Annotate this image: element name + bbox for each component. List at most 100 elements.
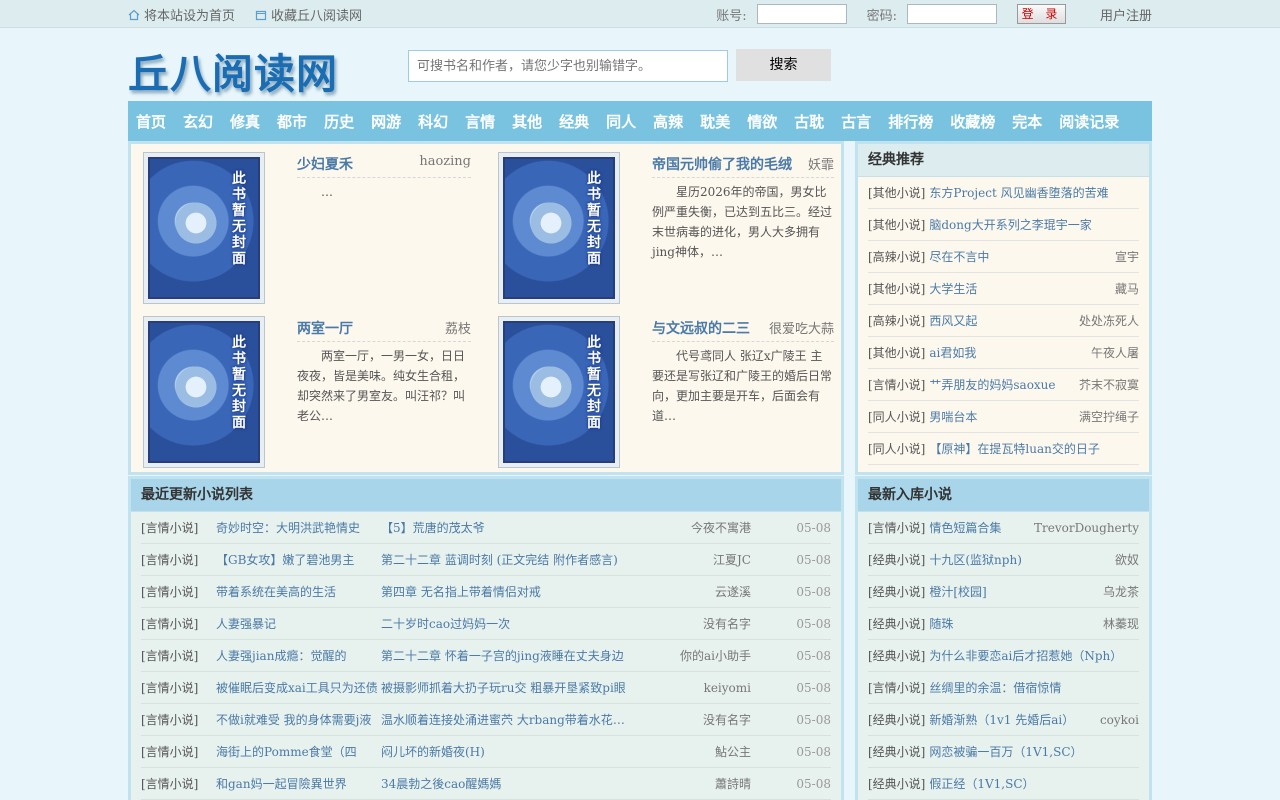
site-logo[interactable]: 丘八阅读网 [128,40,338,100]
book-cover[interactable]: 此书暂无封面 [498,316,620,468]
login-button[interactable]: 登 录 [1016,4,1066,24]
row-author[interactable]: 没有名字 [636,615,751,632]
book-author[interactable]: 妖霏 [808,154,834,173]
row-title[interactable]: 人妻强jian成瘾：觉醒的 [216,647,381,664]
item-author[interactable]: 处处冻死人 [1079,312,1139,329]
item-title[interactable]: 尽在不言中 [929,248,1109,265]
item-title[interactable]: 新婚渐熟（1v1 先婚后ai） [929,711,1094,728]
item-category[interactable]: [经典小说] [868,583,925,600]
item-category[interactable]: [言情小说] [868,519,925,536]
item-category[interactable]: [同人小说] [868,440,925,457]
nav-item[interactable]: 收藏榜 [950,111,995,132]
item-title[interactable]: 大学生活 [929,280,1109,297]
row-title[interactable]: 【GB女攻】嫩了碧池男主 [216,551,381,568]
row-author[interactable]: 江夏JC [636,551,751,568]
nav-item[interactable]: 高辣 [653,111,683,132]
search-button[interactable]: 搜索 [736,49,831,81]
item-title[interactable]: 男喘台本 [929,408,1073,425]
item-category[interactable]: [高辣小说] [868,312,925,329]
row-category[interactable]: [言情小说] [141,615,216,632]
nav-item[interactable]: 都市 [277,111,307,132]
row-title[interactable]: 带着系统在美高的生活 [216,583,381,600]
nav-item[interactable]: 网游 [371,111,401,132]
item-category[interactable]: [其他小说] [868,344,925,361]
item-title[interactable]: 十九区(监狱nph) [929,551,1109,568]
row-category[interactable]: [言情小说] [141,551,216,568]
item-category[interactable]: [其他小说] [868,216,925,233]
item-author[interactable]: 宣宇 [1115,248,1139,265]
row-category[interactable]: [言情小说] [141,743,216,760]
nav-item[interactable]: 古耽 [794,111,824,132]
nav-item[interactable]: 耽美 [700,111,730,132]
item-category[interactable]: [经典小说] [868,647,925,664]
item-title[interactable]: 情色短篇合集 [929,519,1028,536]
item-title[interactable]: 假正经（1V1,SC） [929,775,1133,792]
nav-item[interactable]: 阅读记录 [1059,111,1119,132]
nav-item[interactable]: 言情 [465,111,495,132]
row-title[interactable]: 和gan妈一起冒險異世界 [216,775,381,792]
item-title[interactable]: 丝绸里的余温：借宿惊情 [929,679,1133,696]
item-author[interactable]: TrevorDougherty [1034,521,1139,535]
row-chapter[interactable]: 二十岁时cao过妈妈一次 [381,615,636,632]
row-chapter[interactable]: 被摄影师抓着大扔子玩ru交 粗暴开垦紧致pi眼 [381,679,636,696]
item-author[interactable]: 欲奴 [1115,551,1139,568]
row-author[interactable]: 云遂溪 [636,583,751,600]
row-category[interactable]: [言情小说] [141,519,216,536]
nav-item[interactable]: 同人 [606,111,636,132]
row-chapter[interactable]: 34晨勃之後cao醒媽媽 [381,775,636,792]
nav-item[interactable]: 古言 [841,111,871,132]
row-title[interactable]: 奇妙时空：大明洪武艳情史 [216,519,381,536]
row-chapter[interactable]: 第二十二章 怀着一子宫的jing液睡在丈夫身边 [381,647,636,664]
item-title[interactable]: 【原神】在提瓦特luan交的日子 [929,440,1133,457]
row-chapter[interactable]: 【5】荒唐的茂太爷 [381,519,636,536]
item-category[interactable]: [同人小说] [868,408,925,425]
nav-item[interactable]: 首页 [136,111,166,132]
item-category[interactable]: [其他小说] [868,280,925,297]
item-author[interactable]: 藏马 [1115,280,1139,297]
register-link[interactable]: 用户注册 [1100,5,1152,24]
nav-item[interactable]: 完本 [1012,111,1042,132]
row-chapter[interactable]: 第四章 无名指上带着情侣对戒 [381,583,636,600]
nav-item[interactable]: 历史 [324,111,354,132]
book-author[interactable]: 很爱吃大蒜 [769,318,834,337]
row-title[interactable]: 海街上的Pomme食堂（四 [216,743,381,760]
item-category[interactable]: [高辣小说] [868,248,925,265]
item-category[interactable]: [经典小说] [868,775,925,792]
item-category[interactable]: [经典小说] [868,551,925,568]
item-title[interactable]: 网恋被骗一百万（1V1,SC） [929,743,1133,760]
item-category[interactable]: [经典小说] [868,615,925,632]
nav-item[interactable]: 修真 [230,111,260,132]
item-category[interactable]: [其他小说] [868,184,925,201]
password-input[interactable] [906,4,997,24]
row-title[interactable]: 不做i就难受 我的身体需要j液 [216,711,381,728]
row-category[interactable]: [言情小说] [141,775,216,792]
row-author[interactable]: keiyomi [636,681,751,695]
item-title[interactable]: 艹弄朋友的妈妈saoxue [929,376,1073,393]
book-title[interactable]: 帝国元帅偷了我的毛绒 [652,154,792,174]
search-input[interactable] [408,50,728,82]
set-home-link[interactable]: 将本站设为首页 [128,5,235,24]
item-category[interactable]: [言情小说] [868,679,925,696]
row-chapter[interactable]: 第二十二章 蓝调时刻 (正文完结 附作者感言) [381,551,636,568]
item-title[interactable]: 西风又起 [929,312,1073,329]
row-category[interactable]: [言情小说] [141,711,216,728]
item-category[interactable]: [言情小说] [868,376,925,393]
nav-item[interactable]: 玄幻 [183,111,213,132]
book-author[interactable]: 荔枝 [445,318,471,337]
nav-item[interactable]: 情欲 [747,111,777,132]
item-category[interactable]: [经典小说] [868,711,925,728]
nav-item[interactable]: 科幻 [418,111,448,132]
book-cover[interactable]: 此书暂无封面 [143,152,265,304]
row-category[interactable]: [言情小说] [141,647,216,664]
item-author[interactable]: 午夜人屠 [1091,344,1139,361]
nav-item[interactable]: 经典 [559,111,589,132]
item-title[interactable]: 随珠 [929,615,1097,632]
account-input[interactable] [756,4,847,24]
item-category[interactable]: [经典小说] [868,743,925,760]
row-chapter[interactable]: 温水顺着连接处涌进蜜茓 大rbang带着水花在saobi… [381,711,636,728]
item-title[interactable]: ai君如我 [929,344,1085,361]
item-title[interactable]: 橙汁[校园] [929,583,1097,600]
row-category[interactable]: [言情小说] [141,679,216,696]
item-title[interactable]: 东方Project 风见幽香堕落的苦难 [929,184,1133,201]
item-author[interactable]: 林蓁现 [1103,615,1139,632]
